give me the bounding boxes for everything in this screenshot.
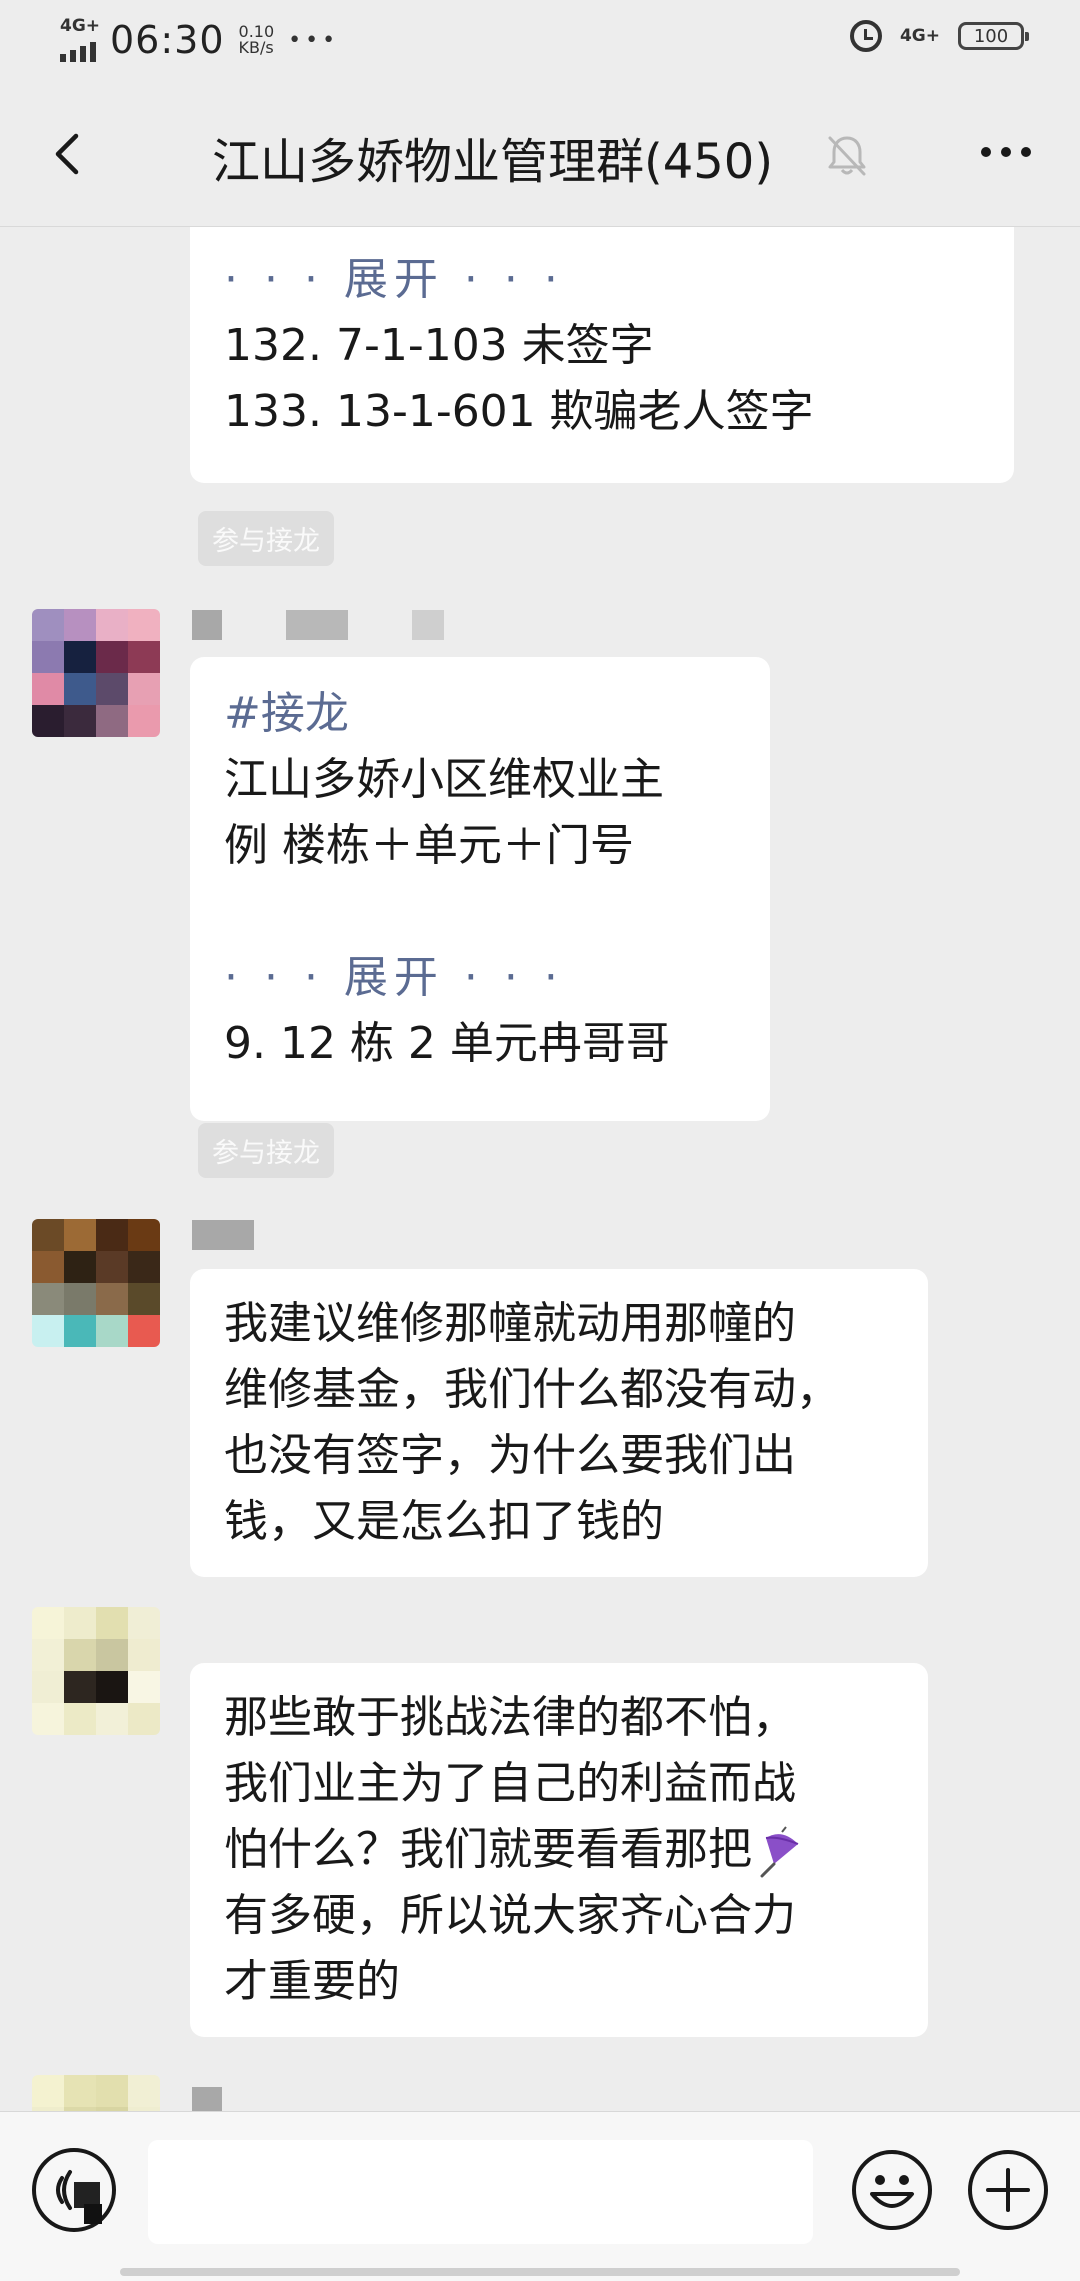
group-title[interactable]: 江山多娇物业管理群(450) xyxy=(212,122,773,192)
network-type-right: 4G+ xyxy=(899,26,940,46)
message-bubble[interactable]: 那些敢于挑战法律的都不怕， 我们业主为了自己的利益而战 怕什么？我们就要看看那把… xyxy=(190,1663,928,2037)
network-speed: 0.10 KB/s xyxy=(238,22,275,57)
message-text: 维修基金，我们什么都没有动， xyxy=(224,1364,840,1415)
expand-link[interactable]: · · · 展开 · · · xyxy=(224,945,670,1011)
message-text: 我建议维修那幢就动用那幢的 xyxy=(224,1298,796,1349)
voice-icon[interactable] xyxy=(32,2148,116,2232)
message-text: 133. 13-1-601 欺骗老人签字 xyxy=(224,386,814,437)
clock: 06:30 xyxy=(110,18,225,62)
join-solitaire-button[interactable]: 参与接龙 xyxy=(198,1123,334,1178)
smiley-icon[interactable] xyxy=(850,2148,934,2232)
message-list[interactable]: · · · 展开 · · · 132. 7-1-103 未签字 133. 13-… xyxy=(0,227,1080,2111)
chevron-left-icon[interactable] xyxy=(42,124,102,184)
ellipsis-icon[interactable] xyxy=(976,132,1036,172)
sender-name xyxy=(412,610,444,640)
message-text: 江山多娇小区维权业主 xyxy=(224,754,664,805)
message-text: 那些敢于挑战法律的都不怕， xyxy=(224,1692,796,1743)
message-text: 有多硬，所以说大家齐心合力 xyxy=(224,1890,796,1941)
chat-header: 江山多娇物业管理群(450) xyxy=(0,86,1080,227)
avatar[interactable] xyxy=(32,1219,160,1347)
message-text-with-emoji: 怕什么？我们就要看看那把 xyxy=(224,1817,808,1883)
message-bubble[interactable]: · · · 展开 · · · 132. 7-1-103 未签字 133. 13-… xyxy=(190,227,1014,483)
battery-icon: 100 xyxy=(958,22,1029,50)
message-text: 我们业主为了自己的利益而战 xyxy=(224,1758,796,1809)
avatar[interactable] xyxy=(32,2075,160,2111)
more-notifications-icon: ••• xyxy=(288,27,340,53)
input-bar xyxy=(0,2111,1080,2281)
status-bar: 4G+ 06:30 0.10 KB/s ••• 4G+ 100 xyxy=(0,0,1080,86)
home-indicator xyxy=(120,2268,960,2276)
message-bubble[interactable]: #接龙 江山多娇小区维权业主 例 楼栋＋单元＋门号 · · · 展开 · · ·… xyxy=(190,657,770,1121)
message-text: 9. 12 栋 2 单元冉哥哥 xyxy=(224,1018,670,1069)
sender-name xyxy=(192,610,222,640)
message-text: 132. 7-1-103 未签字 xyxy=(224,320,654,371)
message-text: 才重要的 xyxy=(224,1956,400,2007)
sender-name xyxy=(286,610,348,640)
battery-level: 100 xyxy=(973,25,1009,47)
alarm-icon xyxy=(849,20,882,52)
message-input[interactable] xyxy=(148,2140,813,2244)
join-solitaire-button[interactable]: 参与接龙 xyxy=(198,511,334,566)
plus-circle-icon[interactable] xyxy=(966,2148,1050,2232)
message-bubble[interactable]: 我建议维修那幢就动用那幢的 维修基金，我们什么都没有动， 也没有签字，为什么要我… xyxy=(190,1269,928,1577)
umbrella-emoji xyxy=(760,1826,799,1878)
expand-link[interactable]: · · · 展开 · · · xyxy=(224,247,814,313)
bell-off-icon xyxy=(828,136,866,176)
avatar[interactable] xyxy=(32,1607,160,1735)
sender-name xyxy=(192,2087,222,2111)
sender-name xyxy=(192,1220,254,1250)
message-text: 例 楼栋＋单元＋门号 xyxy=(224,820,634,871)
signal-icon: 4G+ xyxy=(56,16,100,62)
network-type-label: 4G+ xyxy=(60,16,101,36)
solitaire-tag[interactable]: #接龙 xyxy=(224,681,670,747)
message-text: 也没有签字，为什么要我们出 xyxy=(224,1430,796,1481)
message-text: 钱，又是怎么扣了钱的 xyxy=(224,1496,664,1547)
avatar[interactable] xyxy=(32,609,160,737)
